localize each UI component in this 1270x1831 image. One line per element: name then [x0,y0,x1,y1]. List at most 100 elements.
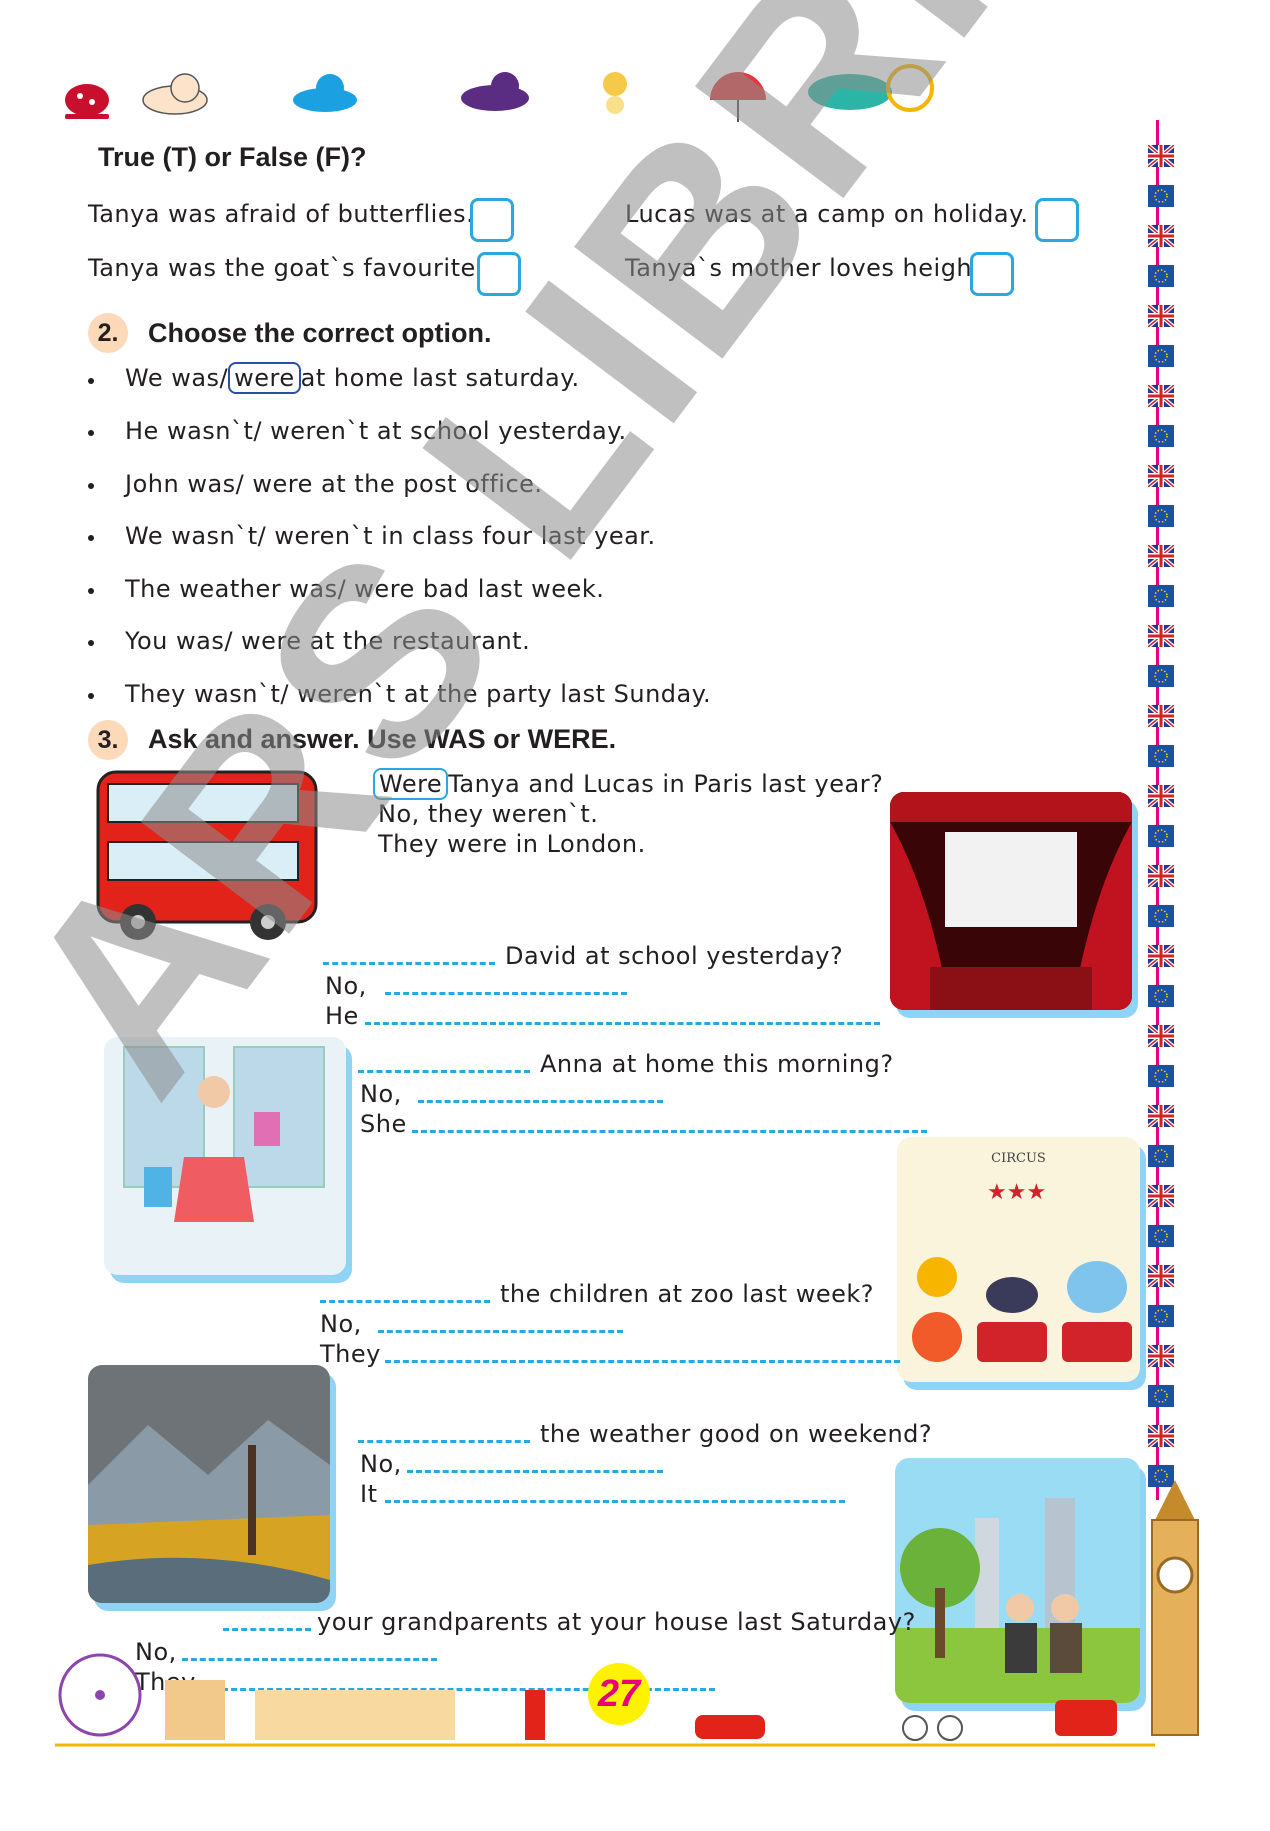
answer-prefix: She [360,1110,407,1138]
bicycle-icon [902,1715,963,1741]
uk-flag-icon [1148,945,1174,967]
top-decoration [65,64,934,122]
ex3-example-answer: No, they weren`t. [378,800,599,828]
bullet [88,430,94,436]
answer-line[interactable] [412,1130,927,1133]
uk-flag-icon [1148,305,1174,327]
page-number: 27 [588,1663,650,1725]
ex2-item[interactable]: You was/ were at the restaurant. [125,627,530,655]
mailbox-icon [525,1690,545,1740]
answer-prefix: No, [360,1080,402,1108]
uk-flag-icon [1148,225,1174,247]
ex1-item: Tanya`s mother loves height. [625,254,991,282]
ex1-item: Tanya was afraid of butterflies. [88,200,475,228]
uk-flag-icon [1148,1105,1174,1127]
ex1-item: Lucas was at a camp on holiday. [625,200,1029,228]
ex3-question: your grandparents at your house last Sat… [317,1608,916,1636]
ex1-item: Tanya was the goat`s favourite. [88,254,484,282]
ex3-question: Anna at home this morning? [540,1050,894,1078]
uk-flag-icon [1148,625,1174,647]
answer-line[interactable] [358,1440,530,1443]
buildings-icon [165,1680,455,1740]
bird-icon [603,72,627,114]
rain-cloud-icon [808,64,934,112]
ex3-number-badge: 3. [88,720,128,760]
ex2-item[interactable]: They wasn`t/ weren`t at the party last S… [125,680,711,708]
eu-flag-icon [1148,1065,1174,1087]
eu-flag-icon [1148,1385,1174,1407]
answer-box[interactable] [470,198,514,242]
bullet [88,483,94,489]
eu-flag-icon [1148,425,1174,447]
answer-line[interactable] [378,1330,623,1333]
uk-flag-icon [1148,545,1174,567]
shopping-picture [104,1037,346,1275]
circled-answer: were [228,362,301,394]
uk-flag-icon [1148,145,1174,167]
answer-prefix: No, [360,1450,402,1478]
ex3-example-answer: They were in London. [378,830,646,858]
answer-line[interactable] [407,1470,663,1473]
rainy-landscape-picture [88,1365,330,1603]
car-icon [695,1715,765,1739]
eu-flag-icon [1148,665,1174,687]
ex2-item[interactable]: He wasn`t/ weren`t at school yesterday. [125,417,627,445]
ex2-item[interactable]: We wasn`t/ weren`t in class four last ye… [125,522,656,550]
answer-line[interactable] [320,1300,490,1303]
uk-flag-icon [1148,705,1174,727]
uk-flag-icon [1148,1265,1174,1287]
answer-line[interactable] [385,1500,845,1503]
answer-prefix: No, [325,972,367,1000]
answer-line[interactable] [223,1628,311,1631]
bus-picture [96,770,318,940]
ferris-wheel-icon [58,1653,142,1737]
ex2-item[interactable]: John was/ were at the post office. [125,470,543,498]
answer-prefix: They [320,1340,381,1368]
answer-line[interactable] [385,992,627,995]
answer-prefix: It [360,1480,378,1508]
answer-prefix: No, [320,1310,362,1338]
ex2-number-badge: 2. [88,313,128,353]
circus-picture: CIRCUS ★★★ [897,1137,1140,1382]
bus-icon [1055,1700,1117,1736]
eu-flag-icon [1148,1305,1174,1327]
eu-flag-icon [1148,745,1174,767]
answer-line[interactable] [323,962,495,965]
svg-text:★★★: ★★★ [987,1180,1046,1205]
bullet [88,693,94,699]
ex2-title: Choose the correct option. [148,318,492,348]
ex3-example-question: Were Tanya and Lucas in Paris last year? [373,768,883,800]
answer-line[interactable] [365,1022,880,1025]
uk-flag-icon [1148,465,1174,487]
eu-flag-icon [1148,1145,1174,1167]
eu-flag-icon [1148,1225,1174,1247]
ex3-title: Ask and answer. Use WAS or WERE. [148,724,617,754]
eu-flag-icon [1148,905,1174,927]
cloud-icon [293,74,357,112]
eu-flag-icon [1148,185,1174,207]
uk-flag-icon [1148,1425,1174,1447]
answer-box[interactable] [477,252,521,296]
ex3-question: the children at zoo last week? [500,1280,874,1308]
ex3-question: the weather good on weekend? [540,1420,933,1448]
theatre-picture [890,792,1132,1010]
umbrella-icon [710,72,766,122]
answer-box[interactable] [970,252,1014,296]
ex1-title: True (T) or False (F)? [98,142,367,172]
answer-line[interactable] [358,1070,530,1073]
ex2-item[interactable]: The weather was/ were bad last week. [125,575,604,603]
cloud-icon [461,72,529,111]
eu-flag-icon [1148,345,1174,367]
answer-box[interactable] [1035,198,1079,242]
eu-flag-icon [1148,825,1174,847]
bullet [88,588,94,594]
uk-flag-icon [1148,385,1174,407]
bullet [88,640,94,646]
uk-flag-icon [1148,1345,1174,1367]
cloud-icon [142,73,208,115]
answer-line[interactable] [418,1100,663,1103]
answer-prefix: He [325,1002,359,1030]
answer-line[interactable] [385,1360,900,1363]
eu-flag-icon [1148,985,1174,1007]
eu-flag-icon [1148,265,1174,287]
